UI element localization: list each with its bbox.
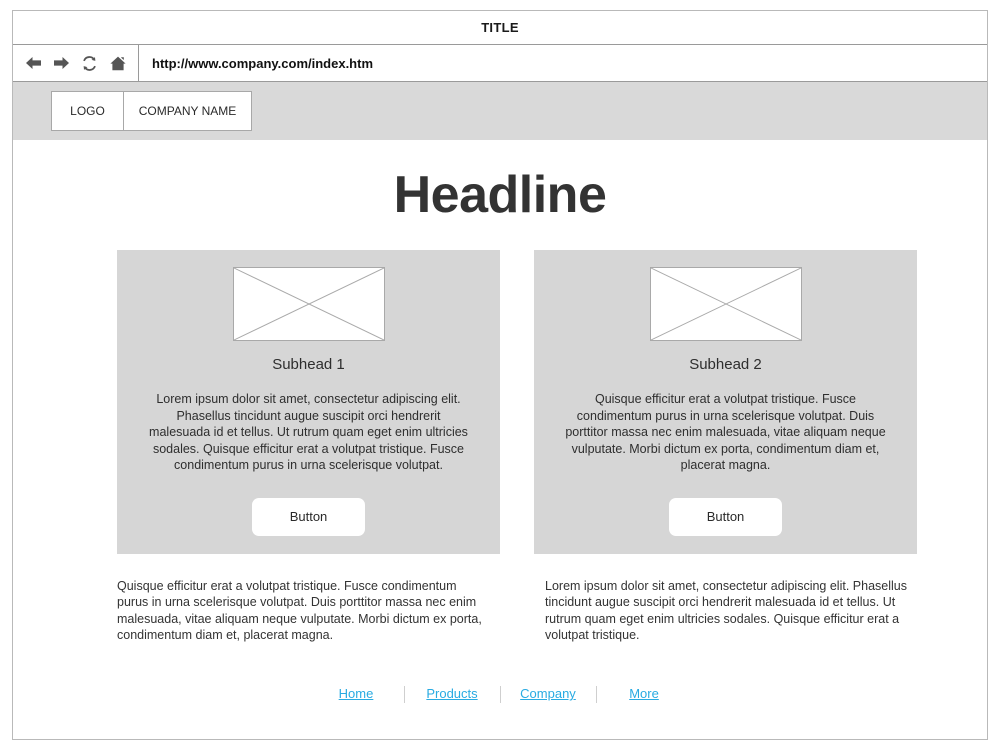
- url-text: http://www.company.com/index.htm: [152, 55, 374, 71]
- footer-navigation: Home Products Company More: [13, 685, 987, 703]
- footer-link-label[interactable]: Company: [520, 686, 576, 701]
- address-bar[interactable]: http://www.company.com/index.htm: [139, 45, 987, 81]
- card-action-button[interactable]: Button: [669, 497, 782, 536]
- reload-button[interactable]: [79, 52, 101, 74]
- forward-arrow-icon: [52, 55, 71, 71]
- refresh-icon: [81, 55, 98, 72]
- brand-block[interactable]: LOGO COMPANY NAME: [51, 91, 252, 131]
- browser-toolbar: http://www.company.com/index.htm: [13, 45, 987, 82]
- company-name-box[interactable]: COMPANY NAME: [124, 92, 251, 130]
- window-title: TITLE: [481, 20, 519, 35]
- lower-text-row: Quisque efficitur erat a volutpat tristi…: [117, 565, 917, 656]
- card-row: Subhead 1 Lorem ipsum dolor sit amet, co…: [117, 250, 917, 554]
- card-body-text: Lorem ipsum dolor sit amet, consectetur …: [149, 392, 468, 472]
- footer-link-label[interactable]: Products: [426, 686, 477, 701]
- browser-titlebar: TITLE: [13, 11, 987, 45]
- card-subhead: Subhead 2: [689, 356, 762, 373]
- home-button[interactable]: [107, 52, 129, 74]
- content-card: Subhead 1 Lorem ipsum dolor sit amet, co…: [117, 250, 500, 554]
- back-arrow-icon: [24, 55, 43, 71]
- lower-text-block: Quisque efficitur erat a volutpat tristi…: [117, 578, 482, 643]
- page-title: Headline: [393, 166, 607, 224]
- lower-text-block: Lorem ipsum dolor sit amet, consectetur …: [545, 578, 907, 643]
- browser-window: TITLE http://www.company.com/index.htm L…: [12, 10, 988, 740]
- browser-nav-buttons: [13, 45, 139, 81]
- footer-item-home[interactable]: Home: [309, 685, 404, 703]
- back-button[interactable]: [22, 52, 44, 74]
- footer-link-label[interactable]: Home: [339, 686, 374, 701]
- footer-item-products[interactable]: Products: [405, 685, 500, 703]
- card-action-button[interactable]: Button: [252, 497, 365, 536]
- logo-box[interactable]: LOGO: [52, 92, 124, 130]
- footer-link-label[interactable]: More: [629, 686, 659, 701]
- card-subhead: Subhead 1: [272, 356, 345, 373]
- card-body-text: Quisque efficitur erat a volutpat tristi…: [565, 392, 886, 472]
- home-icon: [109, 55, 127, 72]
- site-header: LOGO COMPANY NAME Home Products Company …: [13, 82, 987, 208]
- content-card: Subhead 2 Quisque efficitur erat a volut…: [534, 250, 917, 554]
- logo-label: LOGO: [70, 104, 105, 118]
- placeholder-image-icon: [649, 267, 802, 341]
- company-name-label: COMPANY NAME: [138, 104, 237, 118]
- forward-button[interactable]: [50, 52, 72, 74]
- footer-item-company[interactable]: Company: [501, 685, 596, 703]
- placeholder-image-icon: [232, 267, 385, 341]
- page-content: Headline Subhead 1 Lorem ipsum dolor sit…: [13, 140, 987, 738]
- footer-item-more[interactable]: More: [597, 685, 692, 703]
